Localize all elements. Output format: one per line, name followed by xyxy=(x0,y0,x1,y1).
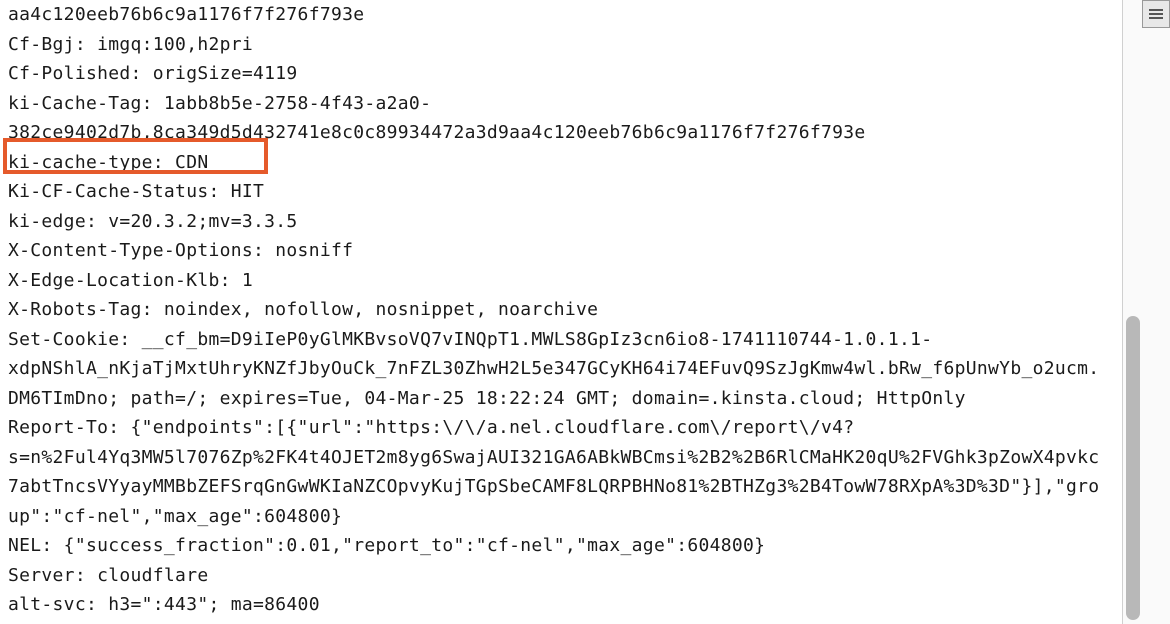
header-nel: NEL: {"success_fraction":0.01,"report_to… xyxy=(8,535,765,556)
line-wrap-toggle-icon[interactable] xyxy=(1142,0,1170,28)
header-x-robots-tag: X-Robots-Tag: noindex, nofollow, nosnipp… xyxy=(8,299,598,320)
header-cf-polished: Cf-Polished: origSize=4119 xyxy=(8,63,298,84)
header-set-cookie: Set-Cookie: __cf_bm=D9iIeP0yGlMKBvsoVQ7v… xyxy=(8,329,1099,409)
scrollbar-thumb[interactable] xyxy=(1126,316,1140,620)
header-report-to: Report-To: {"endpoints":[{"url":"https:\… xyxy=(8,417,1099,527)
header-x-edge-location-klb: X-Edge-Location-Klb: 1 xyxy=(8,270,253,291)
header-ki-edge: ki-edge: v=20.3.2;mv=3.3.5 xyxy=(8,211,298,232)
header-cf-bgj: Cf-Bgj: imgq:100,h2pri xyxy=(8,34,253,55)
header-ki-cf-cache-status: Ki-CF-Cache-Status: HIT xyxy=(8,181,264,202)
header-alt-svc: alt-svc: h3=":443"; ma=86400 xyxy=(8,594,320,615)
header-x-content-type-options: X-Content-Type-Options: nosniff xyxy=(8,240,353,261)
header-ki-cache-type: ki-cache-type: CDN xyxy=(8,152,208,173)
header-ki-cache-tag: ki-Cache-Tag: 1abb8b5e-2758-4f43-a2a0-38… xyxy=(8,93,866,144)
header-server: Server: cloudflare xyxy=(8,565,208,586)
scrollbar-track[interactable] xyxy=(1122,0,1170,624)
header-line: aa4c120eeb76b6c9a1176f7f276f793e xyxy=(8,4,364,25)
response-headers-text[interactable]: aa4c120eeb76b6c9a1176f7f276f793e Cf-Bgj:… xyxy=(0,0,1114,624)
